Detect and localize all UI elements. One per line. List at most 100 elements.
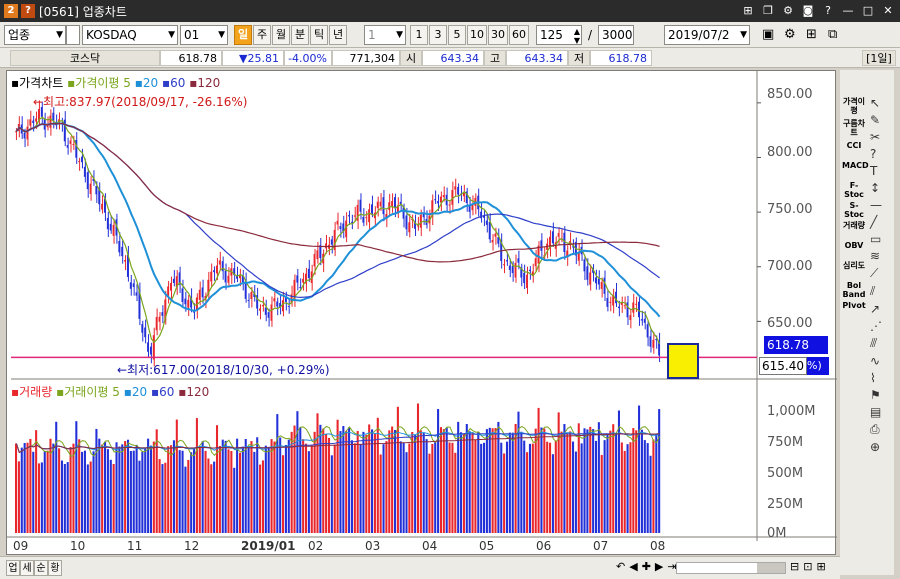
minute-30-button[interactable]: 30 [488, 25, 508, 45]
fibonacci-icon[interactable]: ≋ [870, 249, 890, 263]
indicator-macd[interactable]: MACD [842, 161, 869, 181]
maximize-icon[interactable]: □ [860, 3, 876, 19]
volume-tick-250: 250M [767, 497, 804, 512]
chart-compare-icon[interactable]: ⧉ [828, 27, 837, 42]
save-icon[interactable]: ▣ [762, 27, 774, 42]
volume-bar [491, 428, 494, 533]
help-tool-icon[interactable]: ? [870, 147, 890, 161]
indicator-pivot[interactable]: PIvot [842, 301, 866, 321]
print-icon[interactable]: ⎙ [870, 422, 890, 437]
scroll-thumb[interactable] [757, 563, 785, 573]
code-input[interactable]: 01 ▼ [180, 25, 228, 45]
indicator-ichimoku[interactable]: 구름차트 [842, 119, 866, 139]
rectangle-icon[interactable]: ▭ [870, 232, 890, 246]
trend-line-icon[interactable]: ╱ [870, 215, 890, 229]
minute-5-button[interactable]: 5 [448, 25, 466, 45]
indicator-cci[interactable]: CCI [842, 141, 866, 161]
screenshot-icon[interactable]: ◙ [800, 3, 816, 19]
indicator-price-ma[interactable]: 가격이평 [842, 97, 866, 117]
candle-body [523, 272, 526, 284]
minute-10-button[interactable]: 10 [467, 25, 487, 45]
period-minute-button[interactable]: 분 [291, 25, 309, 45]
total-count-input[interactable]: 3000 [598, 25, 634, 45]
volume-bar [385, 441, 388, 533]
minute-60-button[interactable]: 60 [509, 25, 529, 45]
volume-bar [454, 452, 457, 533]
zoom-icon[interactable]: ⊕ [870, 440, 890, 454]
zoom-reset-icon[interactable]: ⊡ [803, 560, 812, 573]
high-price: 643.34 [506, 50, 568, 66]
cycle-icon[interactable]: ⌇ [870, 371, 890, 385]
fit-icon[interactable]: ⊞ [816, 560, 825, 573]
period-week-button[interactable]: 주 [253, 25, 271, 45]
vertical-line-icon[interactable]: ↕ [870, 181, 890, 195]
page-icon[interactable]: ▤ [870, 405, 890, 419]
pin-icon[interactable]: ⊞ [740, 3, 756, 19]
period-month-button[interactable]: 월 [272, 25, 290, 45]
fib-fan-icon[interactable]: ⋰ [870, 319, 890, 333]
chart-area[interactable]: ▪가격차트 ▪가격이평 5 ▪20 ▪60 ▪120 ←최고:837.97(20… [6, 70, 837, 556]
auto-tool-icon[interactable]: ⚑ [870, 388, 890, 402]
undo-icon[interactable]: ↶ [616, 560, 625, 573]
eraser-all-icon[interactable]: ✂ [870, 130, 890, 144]
minute-select[interactable]: 1 ▼ [364, 25, 406, 45]
text-tool-icon[interactable]: T [870, 164, 890, 178]
candle-body [181, 288, 184, 303]
volume-bar [571, 441, 575, 533]
bottom-btn-2[interactable]: 세 [20, 560, 34, 576]
period-tick-button[interactable]: 틱 [310, 25, 328, 45]
pointer-icon[interactable]: ↖ [870, 96, 890, 110]
candle-body [655, 339, 658, 341]
date-picker[interactable]: 2019/07/2 ▼ [664, 25, 750, 45]
chevron-down-icon: ▼ [740, 30, 747, 40]
bottom-btn-4[interactable]: 황 [48, 560, 62, 576]
indicator-psychology[interactable]: 심리도 [842, 261, 866, 281]
arrow-line-icon[interactable]: ↗ [870, 302, 890, 316]
speed-line-icon[interactable]: ⫻ [870, 336, 890, 351]
close-icon[interactable]: ✕ [880, 3, 896, 19]
zoom-in-icon[interactable]: ✚ [642, 560, 651, 573]
volume-bar [431, 444, 434, 533]
count-stepper[interactable]: 125 ▲ ▼ [536, 25, 582, 45]
bottom-btn-3[interactable]: 순 [34, 560, 48, 576]
zoom-out-icon[interactable]: ⊟ [790, 560, 799, 573]
volume-bar [462, 433, 465, 533]
indicator-bollinger[interactable]: Bol Band [842, 281, 866, 301]
copy-icon[interactable]: ❐ [760, 3, 776, 19]
minute-1-button[interactable]: 1 [410, 25, 428, 45]
candle-body [365, 217, 368, 219]
chevron-down-icon: ▼ [396, 30, 403, 40]
channel-icon[interactable]: ⫽ [870, 284, 890, 299]
volume-bar [594, 440, 598, 533]
candle-body [442, 195, 445, 198]
scroll-right-icon[interactable]: ▶ [655, 560, 663, 573]
volume-bar [658, 409, 661, 533]
index-select[interactable]: KOSDAQ ▼ [82, 25, 178, 45]
indicator-fstoc[interactable]: F-Stoc [842, 181, 866, 201]
gann-fan-icon[interactable]: ⟋ [870, 266, 890, 281]
help-badge-icon[interactable]: ? [21, 4, 35, 18]
indicator-sstoc[interactable]: S-Stoc [842, 201, 866, 221]
market-select[interactable]: 업종 ▼ [4, 25, 66, 45]
minute-3-button[interactable]: 3 [429, 25, 447, 45]
volume-bar [574, 451, 577, 533]
chart-layout-icon[interactable]: ⊞ [806, 27, 817, 42]
horizontal-line-icon[interactable]: — [870, 198, 890, 212]
wave-icon[interactable]: ∿ [870, 354, 890, 368]
market-dropdown-button[interactable] [66, 25, 80, 45]
period-day-button[interactable]: 일 [234, 25, 252, 45]
eraser-icon[interactable]: ✎ [870, 113, 890, 127]
settings-icon[interactable]: ⚙ [784, 27, 796, 42]
stock-chart[interactable] [7, 71, 837, 556]
bottom-btn-1[interactable]: 업 [6, 560, 20, 576]
help-icon[interactable]: ? [820, 3, 836, 19]
period-label: 일 [237, 28, 249, 41]
indicator-obv[interactable]: OBV [842, 241, 866, 261]
candle-body [517, 258, 520, 263]
scrollbar[interactable] [676, 562, 786, 574]
indicator-volume[interactable]: 거래량 [842, 221, 866, 241]
scroll-left-icon[interactable]: ◀ [629, 560, 637, 573]
period-year-button[interactable]: 년 [329, 25, 347, 45]
settings-icon[interactable]: ⚙ [780, 3, 796, 19]
minimize-icon[interactable]: — [840, 3, 856, 19]
